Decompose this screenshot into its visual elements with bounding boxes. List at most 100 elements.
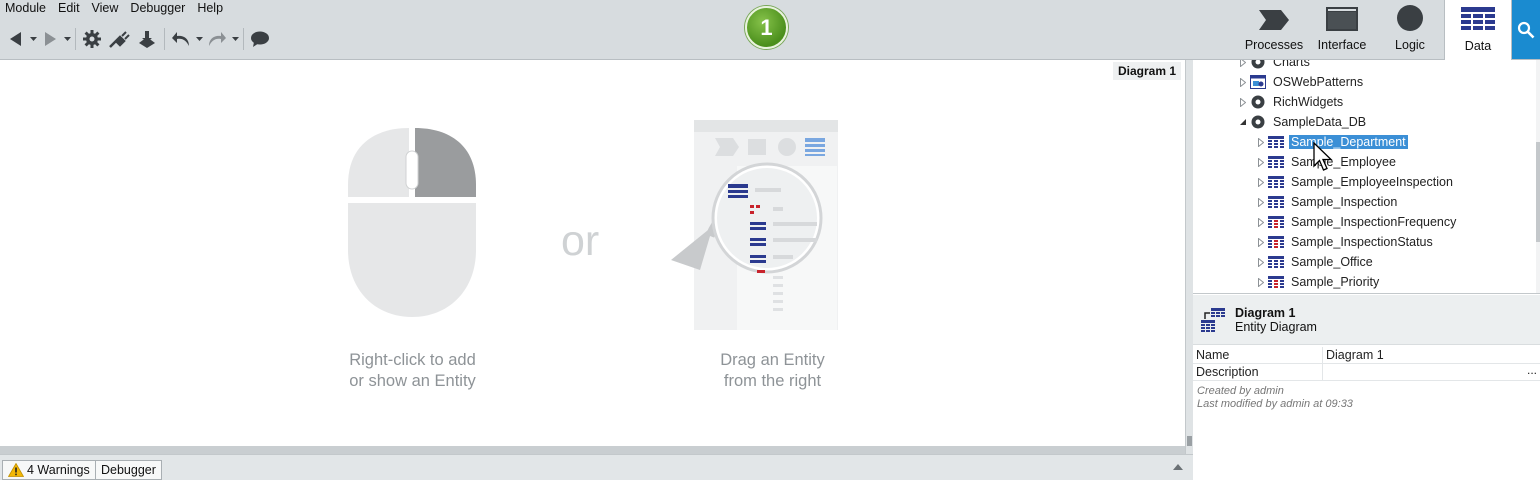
interface-icon xyxy=(1326,7,1358,31)
tree-item-label: Sample_Department xyxy=(1289,135,1408,149)
scrollbar-thumb[interactable] xyxy=(1536,142,1540,242)
tree-item-label: Sample_InspectionStatus xyxy=(1291,235,1433,249)
hint-drag-entity-line1: Drag an Entity xyxy=(720,351,825,369)
search-button[interactable] xyxy=(1512,0,1540,59)
panel-splitter[interactable] xyxy=(1185,60,1193,454)
menu-edit[interactable]: Edit xyxy=(52,0,86,18)
drag-entity-illustration xyxy=(671,120,838,330)
canvas-horizontal-scrollbar[interactable] xyxy=(0,446,1185,454)
tree-item[interactable]: OSWebPatterns xyxy=(1237,72,1365,92)
arrow-right-icon xyxy=(45,32,56,46)
redo-icon xyxy=(209,32,226,46)
collapsed-arrow-icon[interactable] xyxy=(1237,60,1249,67)
tree-item[interactable]: Charts xyxy=(1237,60,1312,72)
static-entity-icon xyxy=(1267,234,1285,250)
toolbar-separator xyxy=(243,28,244,50)
chevron-down-icon xyxy=(231,36,239,41)
entity-diagram-icon xyxy=(1201,307,1225,332)
collapsed-arrow-icon[interactable] xyxy=(1255,277,1267,287)
tab-processes-label: Processes xyxy=(1244,38,1304,52)
undo-button[interactable] xyxy=(168,26,194,52)
tree-item[interactable]: Sample_InspectionStatus xyxy=(1255,232,1435,252)
menu-help[interactable]: Help xyxy=(191,0,229,18)
tree-item-label: Sample_Office xyxy=(1291,255,1373,269)
version-badge[interactable]: 1 xyxy=(745,6,788,49)
entity-icon xyxy=(1267,194,1285,210)
hint-drag-entity: Drag an Entity from the right xyxy=(690,350,855,392)
plug-icon xyxy=(109,31,130,48)
tree-item[interactable]: Sample_Priority xyxy=(1255,272,1381,292)
tab-processes[interactable]: Processes xyxy=(1240,0,1308,59)
splitter-grip[interactable] xyxy=(1187,436,1192,446)
tab-interface-label: Interface xyxy=(1317,38,1367,52)
diagram-canvas[interactable]: Diagram 1 Right-click to add or show an … xyxy=(0,60,1185,446)
collapsed-arrow-icon[interactable] xyxy=(1255,177,1267,187)
back-dropdown[interactable] xyxy=(28,36,38,42)
warnings-tab[interactable]: 4 Warnings xyxy=(2,460,96,480)
properties-heading: Diagram 1 Entity Diagram xyxy=(1235,306,1317,334)
menu-module[interactable]: Module xyxy=(0,0,52,18)
property-description-value[interactable]: ... xyxy=(1323,362,1540,380)
chevron-down-icon xyxy=(63,36,71,41)
tree-item-label: OSWebPatterns xyxy=(1273,75,1364,89)
plug-button[interactable] xyxy=(105,26,133,52)
arrow-left-icon xyxy=(10,32,21,46)
settings-button[interactable] xyxy=(79,26,105,52)
menu-debugger[interactable]: Debugger xyxy=(124,0,191,18)
property-row-name[interactable]: Name Diagram 1 xyxy=(1193,347,1540,364)
expand-panel-icon[interactable] xyxy=(1173,464,1183,470)
publish-button[interactable] xyxy=(133,26,161,52)
collapsed-arrow-icon[interactable] xyxy=(1255,257,1267,267)
tree-item[interactable]: Sample_InspectionFrequency xyxy=(1255,212,1458,232)
debugger-tab[interactable]: Debugger xyxy=(95,460,162,480)
tree-item[interactable]: Sample_Inspection xyxy=(1255,192,1399,212)
collapsed-arrow-icon[interactable] xyxy=(1255,157,1267,167)
elements-tree: Charts OSWebPatterns RichWidgets SampleData… xyxy=(1193,60,1540,294)
redo-dropdown[interactable] xyxy=(230,36,240,42)
menu-view[interactable]: View xyxy=(86,0,125,18)
chevron-down-icon xyxy=(195,36,203,41)
warnings-tab-label: 4 Warnings xyxy=(27,463,90,477)
collapsed-arrow-icon[interactable] xyxy=(1255,137,1267,147)
module-icon xyxy=(1249,94,1267,110)
collapsed-arrow-icon[interactable] xyxy=(1255,237,1267,247)
static-entity-icon xyxy=(1267,214,1285,230)
expanded-arrow-icon[interactable] xyxy=(1237,118,1249,126)
modified-by: Last modified by admin at 09:33 xyxy=(1197,398,1353,410)
collapsed-arrow-icon[interactable] xyxy=(1237,77,1249,87)
search-icon xyxy=(1517,21,1535,38)
forward-dropdown[interactable] xyxy=(62,36,72,42)
collapsed-arrow-icon[interactable] xyxy=(1255,197,1267,207)
data-grid-icon xyxy=(1461,7,1495,30)
module-icon xyxy=(1249,114,1267,130)
property-row-description[interactable]: Description ... xyxy=(1193,362,1540,381)
hint-right-click-line2: or show an Entity xyxy=(349,372,476,390)
tree-item[interactable]: SampleData_DB xyxy=(1237,112,1368,132)
edit-description-button[interactable]: ... xyxy=(1527,362,1537,378)
hint-drag-entity-line2: from the right xyxy=(723,372,822,390)
mouse-illustration xyxy=(348,128,476,317)
tree-item[interactable]: Sample_EmployeeInspection xyxy=(1255,172,1455,192)
tab-logic[interactable]: Logic xyxy=(1376,0,1444,59)
tree-item-label: Sample_Employee xyxy=(1291,155,1396,169)
speech-bubble-icon xyxy=(251,31,269,47)
forward-button[interactable] xyxy=(38,26,62,52)
tree-vertical-scrollbar[interactable] xyxy=(1536,60,1540,293)
tab-interface[interactable]: Interface xyxy=(1308,0,1376,59)
comment-button[interactable] xyxy=(247,26,273,52)
redo-button[interactable] xyxy=(204,26,230,52)
diagram-title: Diagram 1 xyxy=(1112,62,1181,80)
toolbar-separator xyxy=(75,28,76,50)
hint-right-click: Right-click to add or show an Entity xyxy=(330,350,495,392)
collapsed-arrow-icon[interactable] xyxy=(1237,97,1249,107)
chevron-down-icon xyxy=(29,36,37,41)
tree-item[interactable]: RichWidgets xyxy=(1237,92,1345,112)
undo-dropdown[interactable] xyxy=(194,36,204,42)
properties-panel: Diagram 1 Entity Diagram Name Diagram 1 … xyxy=(1193,295,1540,480)
back-button[interactable] xyxy=(4,26,28,52)
tree-item[interactable]: Sample_Office xyxy=(1255,252,1375,272)
collapsed-arrow-icon[interactable] xyxy=(1255,217,1267,227)
tree-item-label: Sample_Inspection xyxy=(1291,195,1398,209)
property-name-value[interactable]: Diagram 1 xyxy=(1323,347,1540,363)
tab-data[interactable]: Data xyxy=(1444,0,1512,60)
